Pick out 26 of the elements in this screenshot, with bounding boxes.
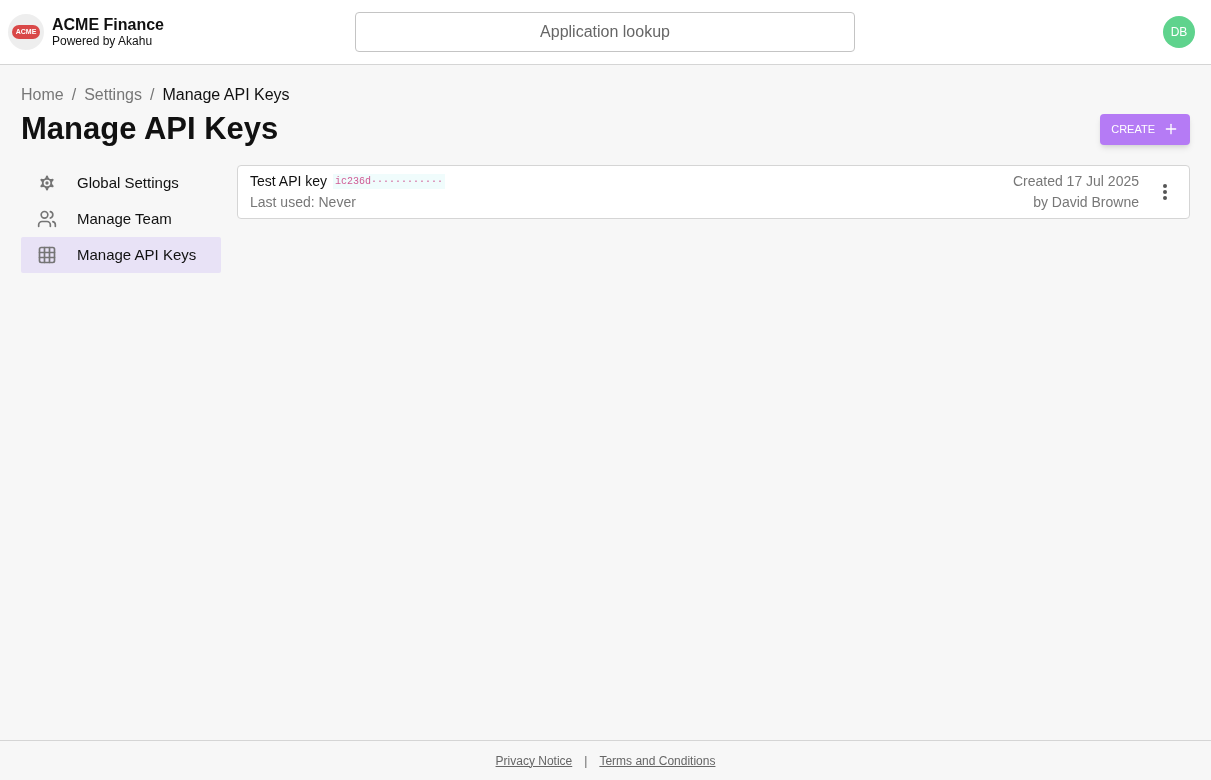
breadcrumb-separator: / xyxy=(71,85,77,105)
sidebar-item[interactable]: Global Settings xyxy=(21,165,221,201)
page-title: Manage API Keys xyxy=(21,110,279,148)
people-icon xyxy=(37,209,57,229)
breadcrumb-link[interactable]: Manage API Keys xyxy=(162,83,290,107)
created-date: Created 17 Jul 2025 xyxy=(1012,172,1139,191)
more-icon xyxy=(1163,184,1167,200)
key-code: ic236d············ xyxy=(333,174,446,189)
breadcrumb-link[interactable]: Settings xyxy=(84,83,142,107)
footer-link[interactable]: Privacy Notice xyxy=(495,751,573,770)
footer-separator: | xyxy=(584,752,588,770)
created-by: by David Browne xyxy=(1033,193,1139,212)
grid-icon xyxy=(37,245,57,265)
breadcrumb-separator: / xyxy=(149,85,155,105)
create-button[interactable]: CREATE xyxy=(1100,113,1190,145)
footer-link[interactable]: Terms and Conditions xyxy=(599,751,716,770)
key-name: Test API key xyxy=(250,172,328,191)
search-field[interactable]: Application lookup xyxy=(355,12,855,52)
brand-name: ACME Finance xyxy=(52,16,164,34)
sidebar-item[interactable]: Manage Team xyxy=(21,201,221,237)
brand-tagline: Powered by Akahu xyxy=(52,34,154,48)
sidebar-item[interactable]: Manage API Keys xyxy=(21,237,221,273)
gear-icon xyxy=(37,173,57,193)
plus-icon xyxy=(1163,121,1179,137)
last-used: Last used: Never xyxy=(250,193,357,212)
breadcrumb-link[interactable]: Home xyxy=(21,83,64,107)
